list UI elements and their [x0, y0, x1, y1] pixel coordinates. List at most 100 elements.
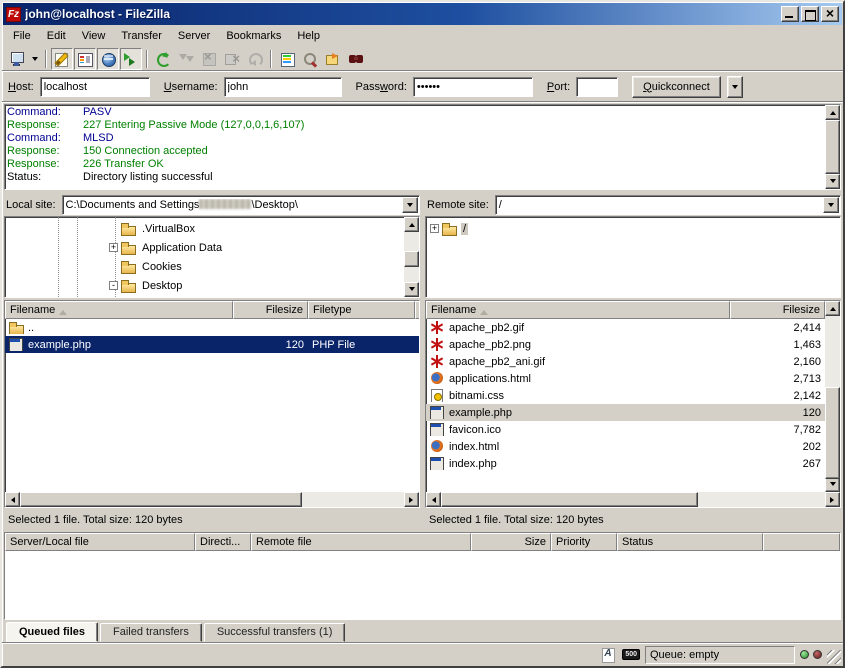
local-site-dropdown-button[interactable] [402, 197, 418, 213]
toolbar-tool-button[interactable] [322, 48, 344, 70]
titlebar[interactable]: Fz john@localhost - FileZilla [3, 3, 842, 25]
scroll-right-button[interactable] [825, 492, 840, 507]
remote-tree-item[interactable]: + / [430, 219, 840, 238]
remote-tree: + / [425, 216, 841, 298]
toolbar-action-button[interactable] [198, 48, 220, 70]
local-tree-item[interactable]: + Application Data [109, 238, 404, 257]
file-row[interactable]: index.html 202 [426, 438, 825, 455]
maximize-button[interactable] [801, 6, 819, 22]
column-header-status[interactable]: Status [617, 533, 763, 551]
remote-horizontal-scrollbar[interactable] [426, 492, 840, 507]
site-manager-dropdown-button[interactable] [29, 48, 41, 70]
file-row[interactable]: example.php 120 PHP File 1 [5, 336, 419, 353]
column-header-server-local-file[interactable]: Server/Local file [5, 533, 195, 551]
toolbar-toggle-button[interactable] [97, 48, 119, 70]
queue-tab[interactable]: Failed transfers [100, 623, 202, 642]
scroll-up-button[interactable] [825, 301, 840, 316]
column-header-direction[interactable]: Directi... [195, 533, 251, 551]
toolbar-icon [155, 51, 171, 67]
toolbar-action-button[interactable] [152, 48, 174, 70]
speed-limit-icon[interactable]: 500 [622, 649, 640, 660]
file-row[interactable]: index.php 267 [426, 455, 825, 472]
log-scrollbar[interactable] [825, 105, 840, 189]
menu-item[interactable]: Transfer [114, 28, 169, 44]
scroll-left-button[interactable] [426, 492, 441, 507]
scroll-thumb[interactable] [404, 251, 419, 267]
column-header-filename[interactable]: Filename [5, 301, 233, 319]
local-tree-item[interactable]: .VirtualBox [109, 219, 404, 238]
toolbar-tool-button[interactable] [299, 48, 321, 70]
toolbar-toggle-button[interactable] [74, 48, 96, 70]
password-input[interactable] [413, 77, 533, 97]
file-row[interactable]: apache_pb2.png 1,463 [426, 336, 825, 353]
close-button[interactable] [821, 6, 839, 22]
scroll-left-button[interactable] [5, 492, 20, 507]
tree-expander[interactable]: - [109, 281, 118, 290]
scroll-down-button[interactable] [825, 174, 840, 189]
menu-item[interactable]: Bookmarks [219, 28, 288, 44]
toolbar-action-button[interactable] [175, 48, 197, 70]
toolbar-toggle-button[interactable] [51, 48, 73, 70]
file-row[interactable]: bitnami.css 2,142 [426, 387, 825, 404]
toolbar-toggle-button[interactable] [120, 48, 142, 70]
scroll-thumb[interactable] [825, 120, 840, 174]
menu-item[interactable]: Help [290, 28, 327, 44]
tree-guide [58, 217, 59, 297]
port-input[interactable] [576, 77, 618, 97]
scroll-up-button[interactable] [825, 105, 840, 120]
file-row[interactable]: apache_pb2.gif 2,414 [426, 319, 825, 336]
scroll-thumb[interactable] [20, 492, 302, 507]
site-manager-button[interactable] [6, 48, 28, 70]
toolbar-action-button[interactable] [244, 48, 266, 70]
scroll-down-button[interactable] [825, 477, 840, 492]
toolbar-action-button[interactable] [221, 48, 243, 70]
log-line: Response:226 Transfer OK [7, 158, 823, 171]
local-horizontal-scrollbar[interactable] [5, 492, 419, 507]
column-header-remote-file[interactable]: Remote file [251, 533, 471, 551]
menu-item[interactable]: View [75, 28, 113, 44]
column-header-filetype[interactable]: Filetype [308, 301, 415, 319]
username-input[interactable] [224, 77, 342, 97]
column-header-filesize[interactable]: Filesize [233, 301, 308, 319]
menu-item[interactable]: Server [171, 28, 217, 44]
file-row[interactable]: .. [5, 319, 419, 336]
scroll-down-button[interactable] [404, 282, 419, 297]
scroll-right-button[interactable] [404, 492, 419, 507]
remote-site-combobox[interactable]: / [495, 195, 841, 215]
column-header-priority[interactable]: Priority [551, 533, 617, 551]
minimize-button[interactable] [781, 6, 799, 22]
folder-icon [121, 260, 136, 273]
local-tree-scrollbar[interactable] [404, 217, 419, 297]
toolbar-tool-button[interactable] [345, 48, 367, 70]
column-header-size[interactable]: Size [471, 533, 551, 551]
queue-tab[interactable]: Successful transfers (1) [204, 623, 346, 642]
quickconnect-button[interactable]: Quickconnect [632, 76, 721, 98]
menu-item[interactable]: Edit [40, 28, 73, 44]
file-row[interactable]: apache_pb2_ani.gif 2,160 [426, 353, 825, 370]
column-header-filename[interactable]: Filename [426, 301, 730, 319]
queue-tab[interactable]: Queued files [6, 622, 98, 642]
tree-expander[interactable]: + [430, 224, 439, 233]
remote-vertical-scrollbar[interactable] [825, 301, 840, 492]
local-tree-item[interactable]: - Desktop [109, 276, 404, 295]
quickconnect-dropdown-button[interactable] [727, 76, 743, 98]
queue-body[interactable] [5, 551, 840, 619]
scroll-thumb[interactable] [441, 492, 698, 507]
resize-grip[interactable] [827, 650, 841, 664]
scroll-up-button[interactable] [404, 217, 419, 232]
toolbar-tool-button[interactable] [276, 48, 298, 70]
data-type-indicator-icon[interactable] [600, 647, 617, 663]
file-row[interactable]: example.php 120 [426, 404, 825, 421]
file-row[interactable]: favicon.ico 7,782 [426, 421, 825, 438]
tree-expander[interactable]: + [109, 243, 118, 252]
menu-item[interactable]: File [6, 28, 38, 44]
host-input[interactable] [40, 77, 150, 97]
local-site-combobox[interactable]: C:\Documents and Settings\Desktop\ [62, 195, 420, 215]
send-led-icon [813, 650, 822, 659]
file-row[interactable]: applications.html 2,713 [426, 370, 825, 387]
column-header-lastmodified[interactable]: L [415, 301, 420, 319]
remote-site-dropdown-button[interactable] [823, 197, 839, 213]
column-header-filesize[interactable]: Filesize [730, 301, 825, 319]
scroll-thumb[interactable] [825, 387, 840, 479]
local-tree-item[interactable]: Cookies [109, 257, 404, 276]
